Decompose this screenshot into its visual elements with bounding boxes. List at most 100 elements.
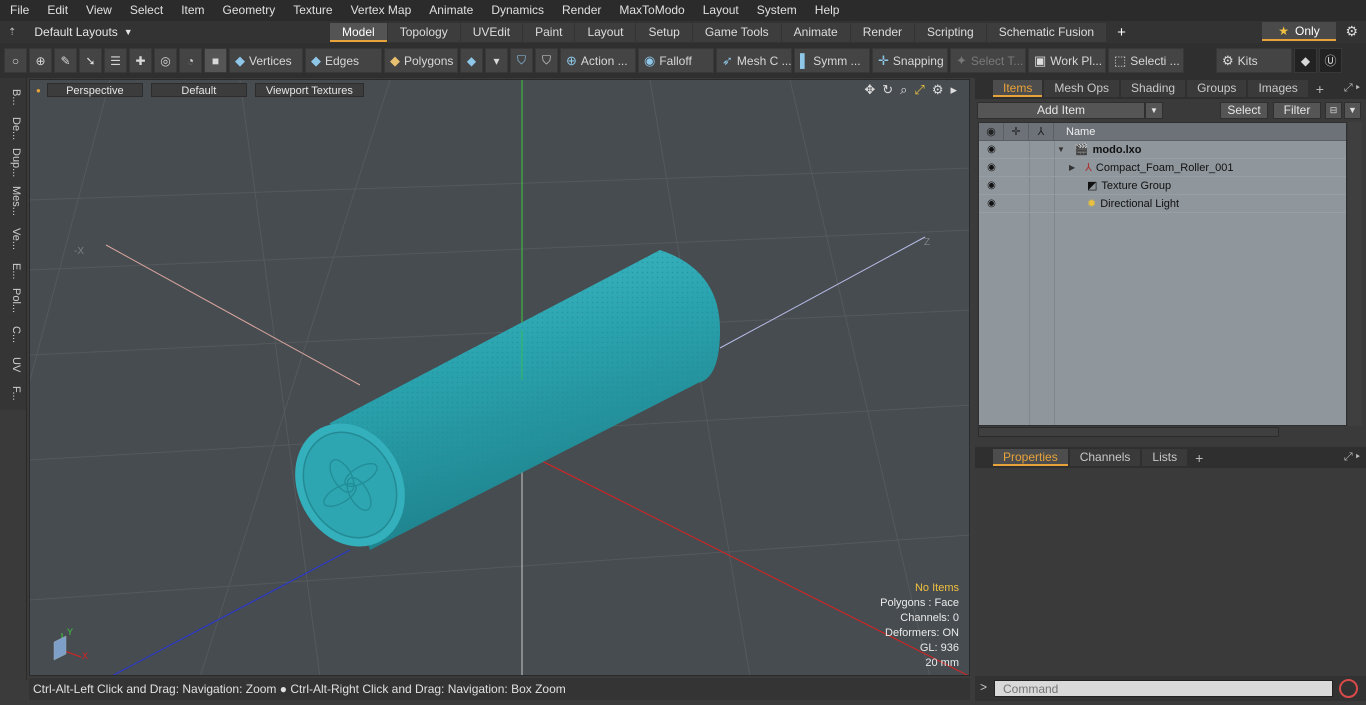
command-history-icon[interactable]: > xyxy=(980,680,987,694)
maximize-icon[interactable]: ⤢ xyxy=(914,82,924,98)
tab-groups[interactable]: Groups xyxy=(1187,80,1247,97)
tab-schematic-fusion[interactable]: Schematic Fusion xyxy=(986,22,1107,42)
menu-view[interactable]: View xyxy=(76,0,120,21)
filter-button[interactable]: Filter xyxy=(1273,101,1321,119)
select-button[interactable]: Select xyxy=(1220,101,1268,119)
menu-maxtomodo[interactable]: MaxToModo xyxy=(609,0,692,21)
brush-icon[interactable]: ➘ xyxy=(79,48,102,73)
mesh-constraint-button[interactable]: ➶ Mesh C ... xyxy=(716,48,792,73)
box-icon[interactable]: ◎ xyxy=(154,48,177,73)
snapping-button[interactable]: ✛ Snapping xyxy=(872,48,948,73)
list-item[interactable]: ◉ ▼ 🎬 modo.lxo xyxy=(979,141,1346,159)
symmetry-shield-icon[interactable]: ⛉ xyxy=(510,48,533,73)
pen-icon[interactable]: ✎ xyxy=(54,48,77,73)
vertices-button[interactable]: ◆ Vertices xyxy=(229,48,303,73)
viewport-menu-dot-icon[interactable]: ● xyxy=(36,86,41,95)
panel-expand-icon[interactable]: ⤢ ▸ xyxy=(1344,82,1360,95)
edges-button[interactable]: ◆ Edges xyxy=(305,48,382,73)
menu-dynamics[interactable]: Dynamics xyxy=(481,0,552,21)
tab-uvedit[interactable]: UVEdit xyxy=(460,22,523,42)
name-column-header[interactable]: Name xyxy=(1054,126,1095,138)
kits-button[interactable]: ⚙ Kits xyxy=(1216,48,1292,73)
menu-texture[interactable]: Texture xyxy=(283,0,340,21)
strip-tab-vertex[interactable]: Ve... xyxy=(4,224,22,254)
tab-images[interactable]: Images xyxy=(1248,80,1308,97)
collapsed-triangle-icon[interactable]: ▶ xyxy=(1069,163,1075,172)
shading-mode-button[interactable]: Default xyxy=(150,83,247,97)
strip-tab-curve[interactable]: C... xyxy=(4,320,22,350)
tab-scripting[interactable]: Scripting xyxy=(915,22,986,42)
falloff-button[interactable]: ◉ Falloff xyxy=(638,48,714,73)
collapse-icon[interactable]: ⊟ xyxy=(1325,101,1342,119)
tab-layout[interactable]: Layout xyxy=(575,22,636,42)
polygons-button[interactable]: ◆ Polygons xyxy=(384,48,458,73)
strip-tab-mesh-edit[interactable]: Mes... xyxy=(4,186,22,216)
layout-selector[interactable]: ⇡ Default Layouts ▼ xyxy=(0,25,330,39)
circle-select-icon[interactable]: ○ xyxy=(4,48,27,73)
strip-tab-deform[interactable]: De... xyxy=(4,114,22,144)
panel-expand-icon[interactable]: ⤢ ▸ xyxy=(1344,451,1360,464)
item-list-scrollbar[interactable] xyxy=(1348,122,1362,426)
menu-edit[interactable]: Edit xyxy=(37,0,76,21)
tab-render[interactable]: Render xyxy=(850,22,915,42)
expand-right-icon[interactable]: ▸ xyxy=(950,82,957,98)
pan-icon[interactable]: ✥ xyxy=(864,82,875,98)
menu-file[interactable]: File xyxy=(0,0,37,21)
only-toggle[interactable]: ★ Only xyxy=(1262,22,1336,41)
strip-tab-fusion[interactable]: F... xyxy=(4,378,22,408)
symmetry-button[interactable]: ▌ Symm ... xyxy=(794,48,870,73)
list-item[interactable]: ◉ ◩ Texture Group xyxy=(979,177,1346,195)
3d-viewport[interactable]: ● Perspective Default Viewport Textures … xyxy=(29,79,970,676)
add-item-button[interactable]: Add Item ▼ xyxy=(977,101,1163,119)
tab-channels[interactable]: Channels xyxy=(1069,449,1141,466)
visibility-column-icon[interactable]: ◉ xyxy=(979,122,1004,141)
select-through-button[interactable]: ✦ Select T... xyxy=(950,48,1026,73)
viewport-settings-icon[interactable]: ⚙ xyxy=(932,82,944,98)
tab-model[interactable]: Model xyxy=(330,22,387,42)
rotate-icon[interactable]: ◔ xyxy=(179,48,202,73)
menu-animate[interactable]: Animate xyxy=(419,0,481,21)
eye-icon[interactable]: ◉ xyxy=(979,144,1004,155)
strip-tab-edge[interactable]: E... xyxy=(4,256,22,286)
tab-lists[interactable]: Lists xyxy=(1142,449,1188,466)
type-column-icon[interactable]: ⅄ xyxy=(1029,122,1054,141)
menu-help[interactable]: Help xyxy=(805,0,848,21)
menu-item[interactable]: Item xyxy=(171,0,212,21)
view-mode-button[interactable]: Perspective xyxy=(46,83,143,97)
dropdown-icon[interactable]: ▾ xyxy=(485,48,508,73)
lock-column-icon[interactable]: ✛ xyxy=(1004,122,1029,141)
strip-tab-polygon[interactable]: Pol... xyxy=(4,286,22,316)
menu-render[interactable]: Render xyxy=(552,0,609,21)
align-icon[interactable]: ☰ xyxy=(104,48,127,73)
add-tab-icon[interactable]: + xyxy=(1195,450,1203,466)
expand-triangle-icon[interactable]: ▼ xyxy=(1057,145,1065,154)
cube-icon[interactable]: ■ xyxy=(204,48,227,73)
unity-icon[interactable]: ◆ xyxy=(1294,48,1317,73)
record-macro-icon[interactable] xyxy=(1339,679,1358,698)
menu-vertex-map[interactable]: Vertex Map xyxy=(341,0,420,21)
strip-tab-uv[interactable]: UV xyxy=(4,350,22,380)
add-tab-icon[interactable]: + xyxy=(1107,24,1136,41)
funnel-icon[interactable]: ▼ xyxy=(1344,101,1361,119)
add-tab-icon[interactable]: + xyxy=(1316,81,1324,97)
zoom-icon[interactable]: ⌕ xyxy=(900,82,907,98)
strip-tab-duplicate[interactable]: Dup... xyxy=(4,148,22,178)
tab-setup[interactable]: Setup xyxy=(636,22,692,42)
tab-shading[interactable]: Shading xyxy=(1121,80,1186,97)
eye-icon[interactable]: ◉ xyxy=(979,162,1004,173)
orbit-icon[interactable]: ↻ xyxy=(882,82,893,98)
strip-tab-basic[interactable]: B... xyxy=(4,82,22,112)
globe-icon[interactable]: ⊕ xyxy=(29,48,52,73)
selection-sets-button[interactable]: ⬚ Selecti ... xyxy=(1108,48,1184,73)
work-plane-button[interactable]: ▣ Work Pl... xyxy=(1028,48,1106,73)
action-center-button[interactable]: ⊕ Action ... xyxy=(560,48,636,73)
center-icon[interactable]: ✚ xyxy=(129,48,152,73)
tab-paint[interactable]: Paint xyxy=(523,22,575,42)
material-icon[interactable]: ◆ xyxy=(460,48,483,73)
tab-properties[interactable]: Properties xyxy=(993,449,1068,466)
eye-icon[interactable]: ◉ xyxy=(979,198,1004,209)
tab-animate[interactable]: Animate xyxy=(781,22,850,42)
chevron-down-icon[interactable]: ▼ xyxy=(1145,101,1163,119)
command-input[interactable] xyxy=(994,680,1333,697)
menu-geometry[interactable]: Geometry xyxy=(213,0,284,21)
